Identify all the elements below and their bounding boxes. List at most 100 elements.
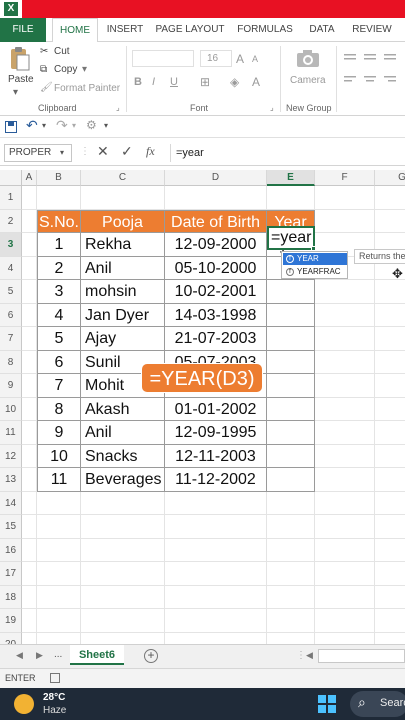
add-sheet-icon[interactable]: +	[144, 649, 158, 663]
windows-start-icon[interactable]	[318, 695, 336, 713]
italic-button[interactable]: I	[152, 76, 155, 88]
table-cell[interactable]: Akash	[81, 397, 165, 421]
table-cell[interactable]	[267, 421, 315, 445]
enter-icon[interactable]: ✓	[121, 143, 133, 160]
row-header-5[interactable]: 5	[0, 280, 22, 304]
tab-page-layout[interactable]: PAGE LAYOUT	[154, 18, 226, 42]
camera-button[interactable]: Camera	[290, 75, 326, 86]
row-header-3[interactable]: 3	[0, 233, 22, 257]
formula-input[interactable]: =year	[176, 147, 204, 159]
table-cell[interactable]	[267, 327, 315, 351]
redo-dropdown-icon[interactable]: ▾	[72, 121, 76, 130]
scroll-left-icon[interactable]: ◀	[16, 650, 23, 661]
taskbar-search-box[interactable]: ⌕ Search	[350, 691, 405, 717]
grow-font-button[interactable]: A	[236, 52, 244, 66]
table-cell[interactable]	[267, 280, 315, 304]
undo-icon[interactable]: ↶	[26, 117, 38, 134]
row-header-9[interactable]: 9	[0, 374, 22, 398]
table-cell[interactable]: Anil	[81, 256, 165, 280]
macro-record-icon[interactable]	[50, 673, 60, 683]
table-cell[interactable]: 5	[37, 327, 81, 351]
alignment-icons[interactable]	[342, 52, 402, 102]
row-header-15[interactable]: 15	[0, 515, 22, 539]
row-header-7[interactable]: 7	[0, 327, 22, 351]
format-painter-icon[interactable]: 🖌	[40, 82, 53, 93]
table-cell[interactable]: 4	[37, 303, 81, 327]
underline-button[interactable]: U	[170, 76, 178, 88]
copy-icon[interactable]: ⧉	[40, 64, 47, 75]
column-header-g[interactable]: G	[375, 170, 405, 186]
table-cell[interactable]: 6	[37, 350, 81, 374]
table-cell[interactable]: 10	[37, 444, 81, 468]
table-cell[interactable]: Rekha	[81, 233, 165, 257]
table-cell[interactable]: 11	[37, 468, 81, 492]
weather-condition[interactable]: Haze	[43, 705, 66, 716]
save-icon[interactable]	[5, 120, 17, 133]
horizontal-scrollbar[interactable]	[318, 649, 405, 663]
font-size-box[interactable]: 16	[200, 50, 232, 67]
font-launcher-icon[interactable]: ⌟	[270, 103, 274, 112]
worksheet-grid[interactable]: ABCDEFG 12345678910111213141516171819202…	[0, 170, 405, 644]
table-cell[interactable]: 11-12-2002	[165, 468, 267, 492]
table-cell[interactable]: 9	[37, 421, 81, 445]
table-cell[interactable]: 10-02-2001	[165, 280, 267, 304]
copy-dropdown-icon[interactable]: ▾	[82, 64, 87, 75]
table-cell[interactable]	[267, 350, 315, 374]
row-header-10[interactable]: 10	[0, 397, 22, 421]
more-sheets-button[interactable]: ...	[54, 649, 62, 660]
row-header-8[interactable]: 8	[0, 350, 22, 374]
row-header-4[interactable]: 4	[0, 256, 22, 280]
table-cell[interactable]: 14-03-1998	[165, 303, 267, 327]
paste-button[interactable]: Paste	[8, 74, 34, 85]
row-header-20[interactable]: 20	[0, 632, 22, 644]
table-header-cell[interactable]: Pooja	[81, 209, 165, 233]
select-all-corner[interactable]	[0, 170, 22, 186]
table-cell[interactable]: 3	[37, 280, 81, 304]
row-header-1[interactable]: 1	[0, 186, 22, 210]
table-cell[interactable]	[267, 374, 315, 398]
borders-icon[interactable]: ⊞	[200, 75, 210, 89]
row-header-12[interactable]: 12	[0, 444, 22, 468]
tab-file[interactable]: FILE	[0, 18, 46, 42]
row-header-16[interactable]: 16	[0, 538, 22, 562]
table-cell[interactable]: 12-09-2000	[165, 233, 267, 257]
sheet-tab-active[interactable]: Sheet6	[70, 645, 124, 665]
tab-home[interactable]: HOME	[52, 18, 98, 43]
table-cell[interactable]: 12-11-2003	[165, 444, 267, 468]
bold-button[interactable]: B	[134, 76, 142, 88]
column-header-c[interactable]: C	[81, 170, 165, 186]
row-header-17[interactable]: 17	[0, 562, 22, 586]
table-cell[interactable]: Beverages	[81, 468, 165, 492]
clipboard-launcher-icon[interactable]: ⌟	[116, 103, 120, 112]
row-header-18[interactable]: 18	[0, 585, 22, 609]
column-header-f[interactable]: F	[315, 170, 375, 186]
table-cell[interactable]: Ajay	[81, 327, 165, 351]
table-cell[interactable]: 01-01-2002	[165, 397, 267, 421]
table-cell[interactable]: 12-09-1995	[165, 421, 267, 445]
paste-icon[interactable]	[8, 46, 30, 72]
table-cell[interactable]: Snacks	[81, 444, 165, 468]
weather-temp[interactable]: 28°C	[43, 692, 65, 703]
table-cell[interactable]: Jan Dyer	[81, 303, 165, 327]
row-header-6[interactable]: 6	[0, 303, 22, 327]
table-cell[interactable]: 8	[37, 397, 81, 421]
column-header-a[interactable]: A	[22, 170, 37, 186]
table-cell[interactable]: 2	[37, 256, 81, 280]
table-cell[interactable]: 21-07-2003	[165, 327, 267, 351]
paste-dropdown-icon[interactable]: ▾	[13, 87, 18, 98]
fill-color-icon[interactable]: ◈	[230, 75, 239, 89]
qat-dropdown-icon[interactable]: ▾	[104, 121, 108, 130]
hscroll-left-icon[interactable]: ◀	[306, 650, 313, 661]
table-header-cell[interactable]: Date of Birth	[165, 209, 267, 233]
scroll-right-icon[interactable]: ▶	[36, 650, 43, 661]
column-header-d[interactable]: D	[165, 170, 267, 186]
table-cell[interactable]	[267, 303, 315, 327]
table-cell[interactable]	[267, 397, 315, 421]
table-cell[interactable]	[267, 444, 315, 468]
redo-icon[interactable]: ↷	[56, 117, 68, 134]
table-cell[interactable]: mohsin	[81, 280, 165, 304]
table-cell[interactable]: 1	[37, 233, 81, 257]
column-header-b[interactable]: B	[37, 170, 81, 186]
copy-button[interactable]: Copy	[54, 64, 77, 75]
row-header-2[interactable]: 2	[0, 209, 22, 233]
